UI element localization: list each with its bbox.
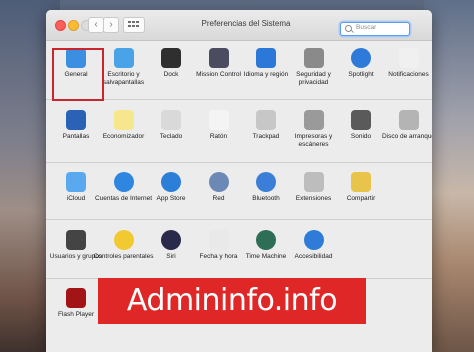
pref-bluetooth[interactable]: Bluetooth xyxy=(240,168,292,218)
search-input[interactable]: Buscar xyxy=(340,22,410,36)
icloud-icon xyxy=(66,172,86,192)
fecha-icon xyxy=(208,230,229,250)
app-store-icon xyxy=(161,172,181,192)
pref-impresoras[interactable]: Impresoras y escáneres xyxy=(288,106,340,156)
cuentas-icon xyxy=(113,172,134,192)
notificaciones-icon xyxy=(398,48,419,68)
pref-controles[interactable]: Controles parentales xyxy=(94,226,153,276)
notificaciones-label: Notificaciones xyxy=(388,71,429,78)
teclado-icon xyxy=(161,110,181,130)
compartir-label: Compartir xyxy=(346,195,376,202)
pref-disco[interactable]: Disco de arranque xyxy=(382,106,432,156)
dock-icon xyxy=(161,48,181,68)
disco-icon xyxy=(398,110,419,130)
pref-fecha[interactable]: Fecha y hora xyxy=(193,226,245,276)
usuarios-icon xyxy=(66,230,86,250)
economizador-icon xyxy=(113,110,134,130)
sonido-icon xyxy=(351,110,371,130)
pref-teclado[interactable]: Teclado xyxy=(145,106,197,156)
compartir-icon xyxy=(351,172,371,192)
raton-icon xyxy=(208,110,229,130)
pref-siri[interactable]: Siri xyxy=(145,226,197,276)
show-all-button[interactable] xyxy=(123,17,145,33)
pref-app-store[interactable]: App Store xyxy=(145,168,197,218)
window-title: Preferencias del Sistema xyxy=(201,19,291,28)
pref-mission-control[interactable]: Mission Control xyxy=(193,44,245,94)
pref-accesibilidad[interactable]: Accesibilidad xyxy=(288,226,340,276)
pantallas-icon xyxy=(66,110,86,130)
pref-pantallas[interactable]: Pantallas xyxy=(50,106,102,156)
siri-icon xyxy=(161,230,181,250)
watermark: Admininfo.info xyxy=(98,278,366,324)
search-placeholder: Buscar xyxy=(356,24,377,31)
pref-time-machine[interactable]: Time Machine xyxy=(240,226,292,276)
title-bar: ‹ › Preferencias del Sistema Buscar xyxy=(46,10,432,41)
escritorio-icon xyxy=(113,48,134,68)
pref-red[interactable]: Red xyxy=(193,168,245,218)
mission-control-icon xyxy=(208,48,229,68)
time-machine-icon xyxy=(256,230,276,250)
idioma-icon xyxy=(256,48,276,68)
forward-button[interactable]: › xyxy=(103,17,119,33)
controles-icon xyxy=(113,230,134,250)
red-icon xyxy=(208,172,229,192)
pref-notificaciones[interactable]: Notificaciones xyxy=(383,44,433,94)
pref-icloud[interactable]: iCloud xyxy=(50,168,102,218)
pref-idioma[interactable]: Idioma y región xyxy=(240,44,292,94)
pref-flash-player[interactable]: Flash Player xyxy=(50,284,102,334)
accesibilidad-icon xyxy=(303,230,324,250)
disco-label: Disco de arranque xyxy=(381,133,432,140)
pref-extensiones[interactable]: Extensiones xyxy=(288,168,340,218)
pref-seguridad[interactable]: Seguridad y privacidad xyxy=(288,44,340,94)
pref-trackpad[interactable]: Trackpad xyxy=(240,106,292,156)
impresoras-icon xyxy=(303,110,324,130)
spotlight-icon xyxy=(351,48,371,68)
flash-player-icon xyxy=(66,288,86,308)
seguridad-icon xyxy=(303,48,324,68)
selected-item-highlight xyxy=(52,48,104,101)
pref-sonido[interactable]: Sonido xyxy=(335,106,387,156)
close-button[interactable] xyxy=(55,20,66,31)
pref-economizador[interactable]: Economizador xyxy=(98,106,150,156)
pref-cuentas[interactable]: Cuentas de Internet xyxy=(95,168,152,218)
pref-spotlight[interactable]: Spotlight xyxy=(335,44,387,94)
pref-escritorio[interactable]: Escritorio y salvapantallas xyxy=(98,44,150,94)
pref-dock[interactable]: Dock xyxy=(145,44,197,94)
bluetooth-icon xyxy=(256,172,276,192)
pref-raton[interactable]: Ratón xyxy=(193,106,245,156)
accesibilidad-label: Accesibilidad xyxy=(294,253,333,260)
pref-compartir[interactable]: Compartir xyxy=(335,168,387,218)
trackpad-icon xyxy=(256,110,276,130)
search-icon xyxy=(345,25,352,32)
back-button[interactable]: ‹ xyxy=(88,17,104,33)
pref-usuarios[interactable]: Usuarios y grupos xyxy=(50,226,102,276)
extensiones-icon xyxy=(303,172,324,192)
minimize-button[interactable] xyxy=(68,20,79,31)
